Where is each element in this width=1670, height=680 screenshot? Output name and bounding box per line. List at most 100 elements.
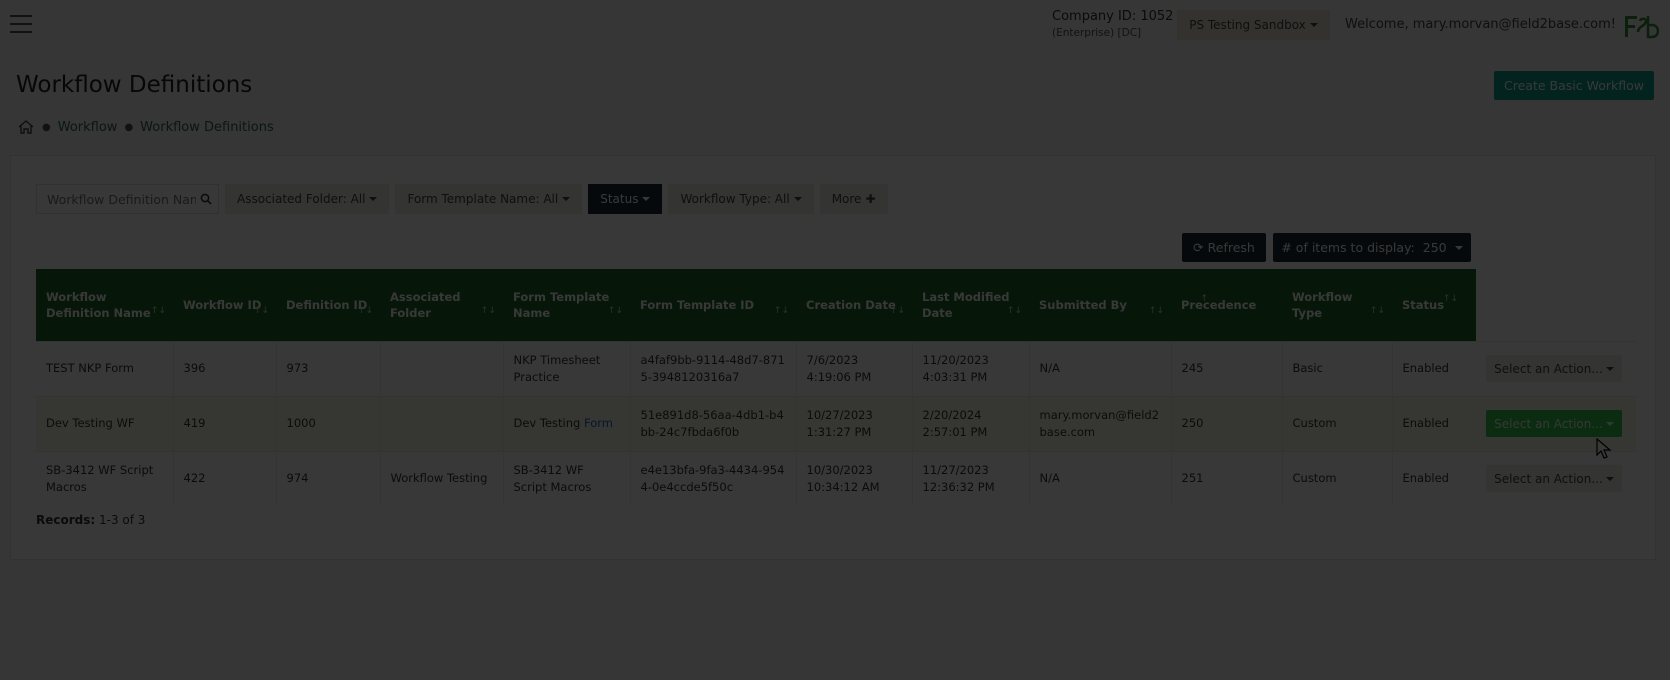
search-input[interactable] <box>37 185 218 213</box>
mouse-cursor-icon <box>1596 438 1612 459</box>
column-header[interactable]: Form Template ID ↑↓ <box>630 269 796 341</box>
cell-type: Custom <box>1281 450 1392 506</box>
cell-status: Enabled <box>1391 340 1476 396</box>
cell-submitted-by: mary.morvan@field2base.com <box>1028 395 1171 451</box>
sort-icon: ↑↓ <box>1442 293 1458 304</box>
cell-template-id: e4e13bfa-9fa3-4434-9544-0e4ccde5f50c <box>629 450 796 506</box>
workflow-type-filter[interactable]: Workflow Type: All <box>668 184 814 214</box>
table-row[interactable]: TEST NKP Form 396 973 NKP Timesheet Prac… <box>36 340 1636 396</box>
select-action-dropdown[interactable]: Select an Action... <box>1486 355 1622 382</box>
sort-icon: ↑ <box>1200 293 1208 304</box>
records-count: Records: 1-3 of 3 <box>36 513 145 527</box>
records-label: Records: <box>36 513 96 527</box>
table-row[interactable]: Dev Testing WF 419 1000 Dev Testing Form… <box>36 395 1636 451</box>
cell-folder: Workflow Testing <box>379 450 503 506</box>
select-action-dropdown[interactable]: Select an Action... <box>1486 410 1622 437</box>
cell-name: SB-3412 WF Script Macros <box>36 450 173 506</box>
cell-action: Select an Action... <box>1476 340 1636 396</box>
cell-modified: 2/20/2024 2:57:01 PM <box>911 395 1029 451</box>
form-template-name-filter[interactable]: Form Template Name: All <box>395 184 583 214</box>
cell-precedence: 245 <box>1170 340 1282 396</box>
cell-status: Enabled <box>1391 395 1476 451</box>
column-header[interactable]: Associated Folder ↑↓ <box>380 269 503 341</box>
cell-folder <box>379 340 503 396</box>
caret-down-icon <box>562 197 571 201</box>
hamburger-menu-icon[interactable] <box>10 15 32 33</box>
cell-workflow-id: 396 <box>172 340 276 396</box>
sort-icon: ↑↓ <box>150 305 166 316</box>
table-row[interactable]: SB-3412 WF Script Macros 422 974 Workflo… <box>36 450 1636 506</box>
column-header[interactable]: Submitted By ↑↓ <box>1029 269 1171 341</box>
filter-bar: Associated Folder: All Form Template Nam… <box>36 184 888 214</box>
column-header[interactable]: Definition ID ↑↓ <box>276 269 380 341</box>
column-header[interactable]: Workflow ID ↑↓ <box>173 269 276 341</box>
caret-down-icon <box>1605 366 1614 371</box>
refresh-label: Refresh <box>1207 240 1255 255</box>
cell-action: Select an Action... <box>1476 395 1636 451</box>
records-value: 1-3 of 3 <box>99 513 146 527</box>
cell-name: Dev Testing WF <box>36 395 173 451</box>
breadcrumb-separator-icon: ● <box>124 121 134 133</box>
page-title: Workflow Definitions <box>16 72 253 98</box>
cell-action: Select an Action... <box>1476 450 1636 506</box>
column-header[interactable]: Form Template Name ↑↓ <box>503 269 630 341</box>
column-header[interactable]: Status ↑↓ <box>1392 269 1476 341</box>
cell-created: 7/6/2023 4:19:06 PM <box>795 340 912 396</box>
cell-definition-id: 974 <box>275 450 380 506</box>
select-action-label: Select an Action... <box>1494 471 1603 486</box>
cell-workflow-id: 419 <box>172 395 276 451</box>
table-header-row: Workflow Definition Name ↑↓ Workflow ID ↑↓… <box>36 269 1636 341</box>
form-template-name-filter-label: Form Template Name: All <box>407 192 559 206</box>
create-basic-workflow-button[interactable]: Create Basic Workflow <box>1494 71 1654 100</box>
refresh-icon: ⟳ <box>1193 240 1204 255</box>
home-icon[interactable] <box>17 119 35 135</box>
more-filters-button[interactable]: More ✚ <box>819 184 888 214</box>
cell-modified: 11/20/2023 4:03:31 PM <box>911 340 1029 396</box>
column-header-actions <box>1476 269 1636 341</box>
caret-down-icon <box>642 197 651 201</box>
refresh-button[interactable]: ⟳ Refresh <box>1182 233 1266 262</box>
cell-definition-id: 1000 <box>275 395 380 451</box>
caret-down-icon <box>793 197 802 201</box>
cell-workflow-id: 422 <box>172 450 276 506</box>
template-name-text: Dev Testing <box>513 416 584 430</box>
cell-type: Custom <box>1281 395 1392 451</box>
sort-icon: ↑↓ <box>889 305 905 316</box>
cell-created: 10/30/2023 10:34:12 AM <box>795 450 912 506</box>
cell-status: Enabled <box>1391 450 1476 506</box>
cell-precedence: 251 <box>1170 450 1282 506</box>
search-icon[interactable] <box>200 193 212 205</box>
items-per-page-value: 250 <box>1422 240 1447 255</box>
sort-icon: ↑↓ <box>1148 305 1164 316</box>
field2base-logo <box>1625 16 1659 39</box>
sandbox-selector[interactable]: PS Testing Sandbox <box>1177 10 1330 40</box>
sort-icon: ↑↓ <box>773 305 789 316</box>
workflow-type-filter-label: Workflow Type: All <box>680 192 790 206</box>
sort-icon: ↑↓ <box>607 305 623 316</box>
column-header[interactable]: Workflow Definition Name ↑↓ <box>36 269 173 341</box>
cell-type: Basic <box>1281 340 1392 396</box>
cell-submitted-by: N/A <box>1028 340 1171 396</box>
breadcrumb-workflow-definitions: Workflow Definitions <box>140 119 274 135</box>
status-filter-label: Status <box>600 192 639 206</box>
template-name-link[interactable]: Form <box>584 416 613 430</box>
column-header[interactable]: Creation Date ↑↓ <box>796 269 912 341</box>
cell-created: 10/27/2023 1:31:27 PM <box>795 395 912 451</box>
cell-template-name: Dev Testing Form <box>502 395 630 451</box>
cell-template-name: SB-3412 WF Script Macros <box>502 450 630 506</box>
caret-down-icon <box>1605 421 1614 426</box>
breadcrumb: ● Workflow ● Workflow Definitions <box>17 119 274 135</box>
breadcrumb-separator-icon: ● <box>42 121 51 133</box>
caret-down-icon <box>1309 23 1318 27</box>
search-box <box>36 184 219 214</box>
items-per-page-selector[interactable]: # of items to display: 250 <box>1273 233 1471 262</box>
breadcrumb-workflow[interactable]: Workflow <box>58 120 118 135</box>
column-header[interactable]: Last Modified Date ↑↓ <box>912 269 1029 341</box>
status-filter[interactable]: Status <box>588 184 663 214</box>
column-header[interactable]: Precedence ↑ <box>1171 269 1282 341</box>
sort-icon: ↑↓ <box>253 305 269 316</box>
column-header[interactable]: Workflow Type ↑↓ <box>1282 269 1392 341</box>
select-action-dropdown[interactable]: Select an Action... <box>1486 465 1622 493</box>
associated-folder-filter[interactable]: Associated Folder: All <box>225 184 390 214</box>
select-action-label: Select an Action... <box>1494 416 1603 431</box>
